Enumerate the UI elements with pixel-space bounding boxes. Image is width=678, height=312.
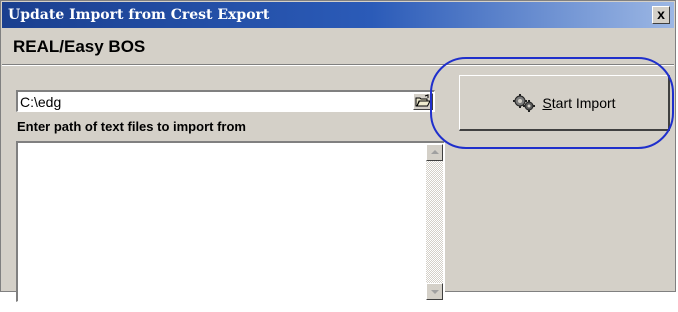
title-bar[interactable]: Update Import from Crest Export x [2, 2, 674, 28]
import-log-area[interactable] [16, 141, 445, 302]
start-import-label: Start Import [542, 95, 615, 111]
app-header-label: REAL/Easy BOS [13, 37, 146, 56]
arrow-down-icon [431, 290, 439, 294]
close-button[interactable]: x [652, 6, 670, 24]
start-import-mnemonic: S [542, 94, 552, 111]
scroll-down-button[interactable] [426, 283, 443, 300]
folder-open-icon [415, 94, 431, 107]
import-log-textarea[interactable] [20, 145, 420, 295]
vertical-scrollbar[interactable] [426, 144, 443, 300]
gears-icon [513, 93, 536, 112]
close-icon: x [657, 6, 665, 22]
window-title: Update Import from Crest Export [8, 7, 270, 23]
arrow-up-icon [431, 150, 439, 154]
scroll-up-button[interactable] [426, 144, 443, 161]
import-path-field[interactable] [16, 90, 435, 112]
header-divider [2, 64, 674, 66]
browse-folder-button[interactable] [413, 93, 433, 110]
import-path-input[interactable] [20, 93, 408, 110]
import-path-hint: Enter path of text files to import from [17, 119, 246, 134]
import-dialog: Update Import from Crest Export x REAL/E… [0, 0, 676, 302]
start-import-label-rest: tart Import [551, 94, 616, 111]
start-import-button[interactable]: Start Import [459, 75, 670, 131]
